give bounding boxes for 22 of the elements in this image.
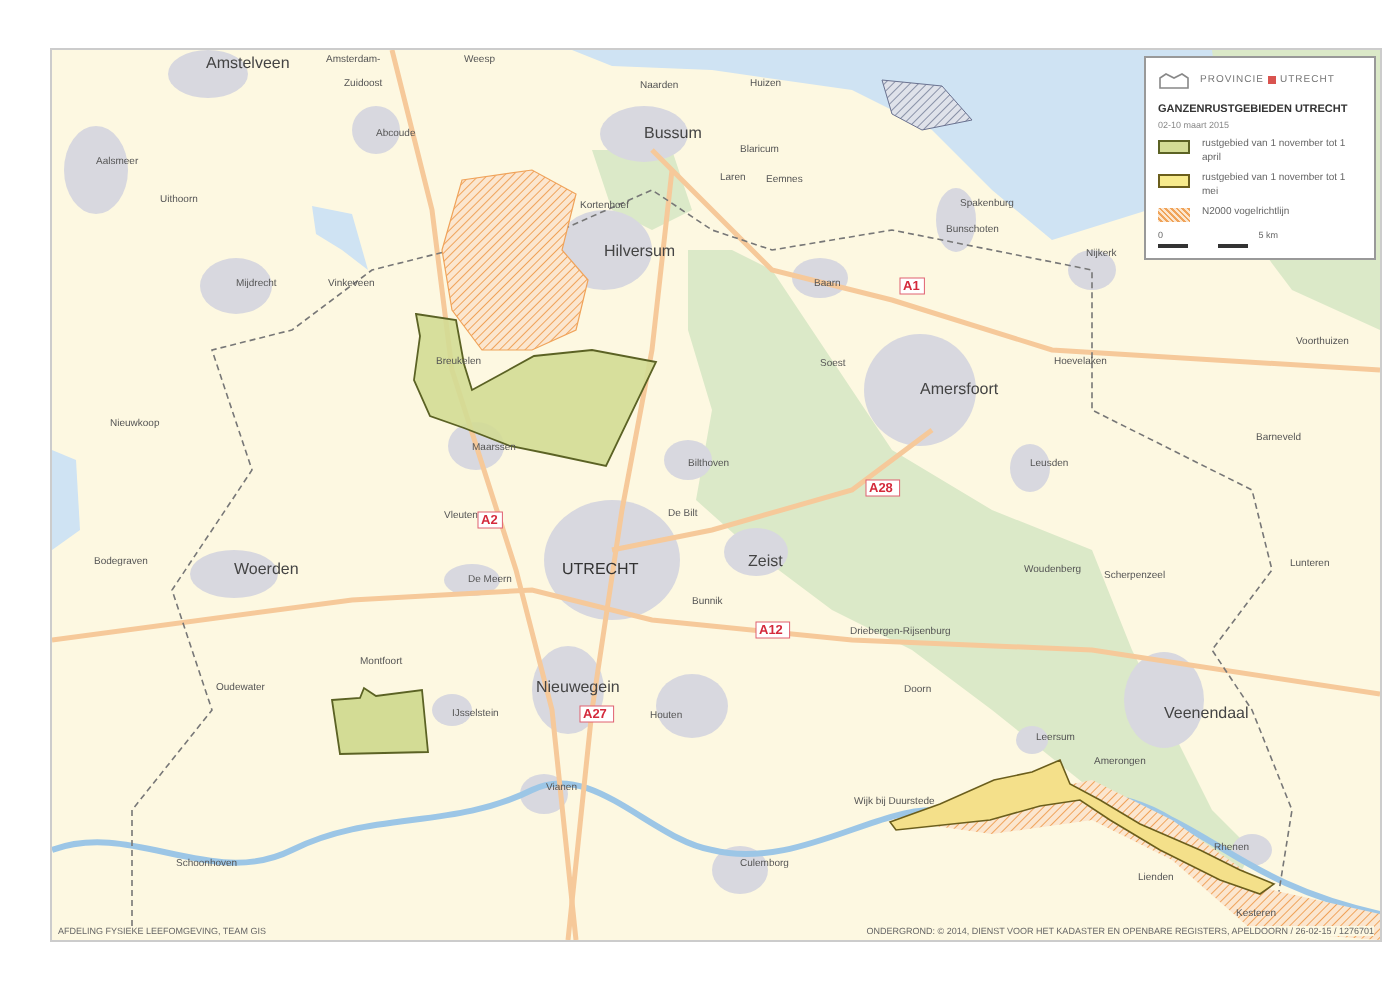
legend-swatch — [1158, 140, 1190, 154]
urban-area — [792, 258, 848, 298]
place-label: Woerden — [234, 560, 299, 578]
place-label: UTRECHT — [562, 560, 639, 578]
legend-swatch — [1158, 208, 1190, 222]
place-label: Hilversum — [604, 242, 676, 260]
water-body — [52, 450, 80, 550]
place-label: Veenendaal — [1164, 704, 1249, 722]
water-body — [312, 206, 368, 270]
crown-icon — [1158, 70, 1190, 90]
hatched-area — [881, 79, 973, 131]
place-label: Amstelveen — [206, 54, 290, 72]
urban-area — [544, 500, 680, 620]
goose-rest-area — [330, 686, 429, 755]
place-label: Amersfoort — [920, 380, 999, 398]
place-label: Nieuwegein — [536, 678, 620, 696]
square-icon — [1268, 76, 1277, 84]
urban-area — [1068, 250, 1116, 290]
place-label: Bussum — [644, 124, 702, 142]
urban-area — [724, 528, 788, 576]
legend-swatch — [1158, 174, 1190, 188]
place-label: Zeist — [748, 552, 783, 570]
